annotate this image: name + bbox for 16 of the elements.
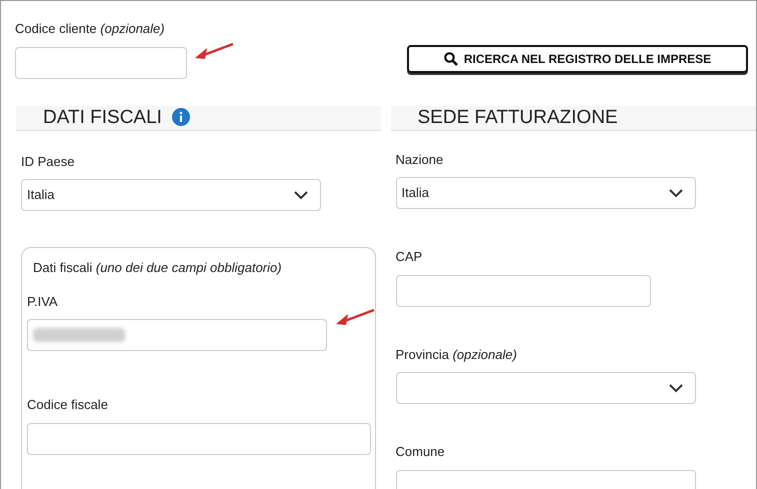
select-field[interactable]: Italia bbox=[21, 179, 321, 211]
select-value: Italia bbox=[27, 186, 54, 204]
section-title: DATI FISCALI bbox=[43, 106, 162, 128]
search-button[interactable]: RICERCA NEL REGISTRO DELLE IMPRESE bbox=[407, 45, 748, 73]
select-value: Italia bbox=[402, 184, 429, 202]
field-label: Codice fiscale bbox=[27, 396, 109, 414]
field-label: P.IVA bbox=[27, 292, 59, 310]
select-field[interactable]: Italia bbox=[396, 177, 696, 209]
field-label: ID Paese bbox=[21, 152, 76, 170]
field-label: Comune bbox=[396, 443, 446, 461]
field-label: CAP bbox=[396, 248, 424, 266]
field-label: Nazione bbox=[396, 150, 444, 168]
field-label: Codice cliente (opzionale) bbox=[15, 20, 166, 38]
section-title: SEDE FATTURAZIONE bbox=[418, 106, 618, 128]
field-label: Provincia (opzionale) bbox=[396, 346, 518, 364]
field-label: Dati fiscali (uno dei due campi obbligatorio) bbox=[32, 259, 283, 277]
